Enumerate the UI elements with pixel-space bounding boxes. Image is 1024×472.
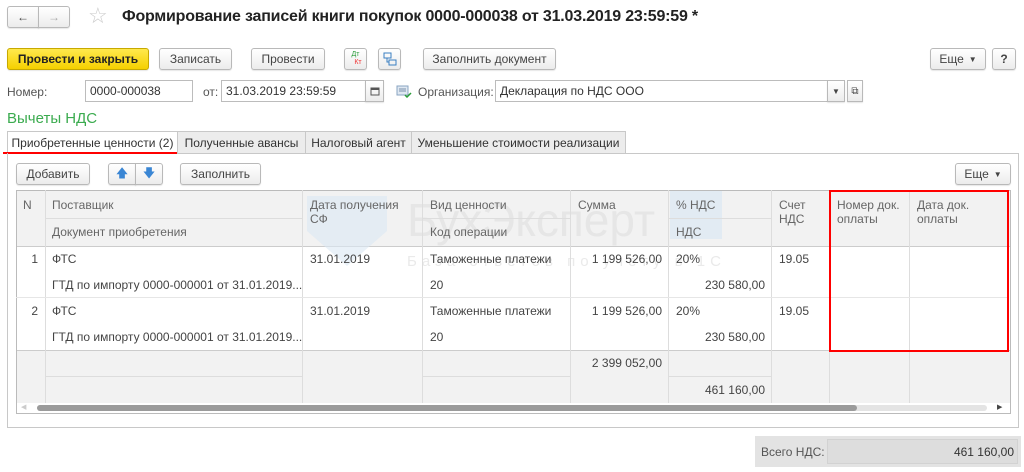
row-supplier: ФТС — [52, 304, 77, 318]
date-field[interactable]: 31.03.2019 23:59:59 — [221, 80, 367, 102]
add-button[interactable]: Добавить — [16, 163, 90, 185]
row-n: 2 — [31, 304, 38, 318]
scrollbar-thumb[interactable] — [37, 405, 857, 411]
col-opcode[interactable]: Код операции — [430, 225, 507, 239]
col-n[interactable]: N — [23, 198, 32, 212]
row-document: ГТД по импорту 0000-000001 от 31.01.2019… — [52, 278, 303, 292]
row-n: 1 — [31, 252, 38, 266]
number-field[interactable]: 0000-000038 — [85, 80, 193, 102]
row-account: 19.05 — [779, 304, 810, 318]
tab-sales-reduction[interactable]: Уменьшение стоимости реализации — [411, 131, 626, 154]
back-button[interactable]: ← — [7, 6, 39, 28]
calendar-icon — [370, 87, 379, 96]
col-vat-rate[interactable]: % НДС — [676, 198, 715, 212]
fill-document-button[interactable]: Заполнить документ — [423, 48, 556, 70]
total-vat-panel: Всего НДС: 461 160,00 — [755, 436, 1021, 467]
highlight-frame — [829, 190, 1009, 352]
window-title: Формирование записей книги покупок 0000-… — [122, 8, 698, 25]
row-vat: 230 580,00 — [704, 330, 765, 344]
col-account[interactable]: Счет НДС — [779, 198, 824, 226]
tab-acquired-values[interactable]: Приобретенные ценности (2) — [7, 131, 178, 154]
organization-open-button[interactable]: ⧉ — [847, 80, 863, 102]
row-kind: Таможенные платежи — [430, 252, 552, 266]
number-label: Номер: — [7, 85, 48, 99]
calendar-button[interactable] — [365, 80, 384, 102]
more-label: Еще — [939, 52, 964, 66]
section-title: Вычеты НДС — [7, 110, 98, 127]
move-up-button[interactable]: 🡅 — [108, 163, 136, 185]
row-sum: 1 199 526,00 — [591, 304, 662, 318]
table-more-label: Еще — [964, 167, 989, 181]
col-kind[interactable]: Вид ценности — [430, 198, 507, 212]
date-label: от: — [203, 85, 219, 99]
organization-field[interactable]: Декларация по НДС ООО — [495, 80, 828, 102]
row-date: 31.01.2019 — [310, 252, 371, 266]
table-more-button[interactable]: Еще ▼ — [955, 163, 1011, 185]
post-and-close-button[interactable]: Провести и закрыть — [7, 48, 149, 70]
col-date[interactable]: Дата получения СФ — [310, 198, 410, 226]
forward-button[interactable]: → — [38, 6, 70, 28]
total-sum: 2 399 052,00 — [591, 356, 662, 370]
row-vat-rate: 20% — [676, 252, 701, 266]
total-vat: 461 160,00 — [704, 383, 765, 397]
col-document[interactable]: Документ приобретения — [52, 225, 187, 239]
row-kind: Таможенные платежи — [430, 304, 552, 318]
move-down-button[interactable]: 🡇 — [135, 163, 163, 185]
col-sum[interactable]: Сумма — [578, 198, 616, 212]
row-document: ГТД по импорту 0000-000001 от 31.01.2019… — [52, 330, 303, 344]
row-sum: 1 199 526,00 — [591, 252, 662, 266]
row-opcode: 20 — [430, 278, 444, 292]
fill-button[interactable]: Заполнить — [180, 163, 261, 185]
save-button[interactable]: Записать — [159, 48, 232, 70]
help-button[interactable]: ? — [992, 48, 1016, 70]
tab-received-advances[interactable]: Полученные авансы — [177, 131, 306, 154]
row-vat: 230 580,00 — [704, 278, 765, 292]
scroll-right-arrow[interactable]: ▶ — [997, 403, 1002, 411]
organization-dropdown-button[interactable]: ▼ — [827, 80, 845, 102]
document-check-icon[interactable] — [396, 84, 412, 101]
more-button[interactable]: Еще ▼ — [930, 48, 986, 70]
organization-label: Организация: — [418, 85, 494, 99]
horizontal-scrollbar[interactable]: ◀ ▶ — [17, 403, 1010, 413]
col-supplier[interactable]: Поставщик — [52, 198, 114, 212]
dt-kt-button[interactable]: Дт Кт — [344, 48, 367, 70]
total-vat-value: 461 160,00 — [827, 439, 1018, 464]
row-vat-rate: 20% — [676, 304, 701, 318]
post-button[interactable]: Провести — [251, 48, 325, 70]
structure-button[interactable] — [378, 48, 401, 70]
row-opcode: 20 — [430, 330, 444, 344]
col-vat[interactable]: НДС — [676, 225, 701, 239]
row-account: 19.05 — [779, 252, 810, 266]
chevron-down-icon: ▼ — [993, 169, 1002, 179]
star-icon[interactable]: ☆ — [88, 3, 108, 29]
row-supplier: ФТС — [52, 252, 77, 266]
dt-kt-icon-top: Дт — [351, 51, 360, 58]
total-vat-label: Всего НДС: — [761, 445, 825, 459]
structure-icon — [383, 52, 396, 66]
chevron-down-icon: ▼ — [968, 54, 977, 64]
dt-kt-icon-bottom: Кт — [354, 59, 362, 66]
scroll-left-arrow[interactable]: ◀ — [21, 403, 26, 411]
tab-tax-agent[interactable]: Налоговый агент — [305, 131, 412, 154]
row-date: 31.01.2019 — [310, 304, 371, 318]
